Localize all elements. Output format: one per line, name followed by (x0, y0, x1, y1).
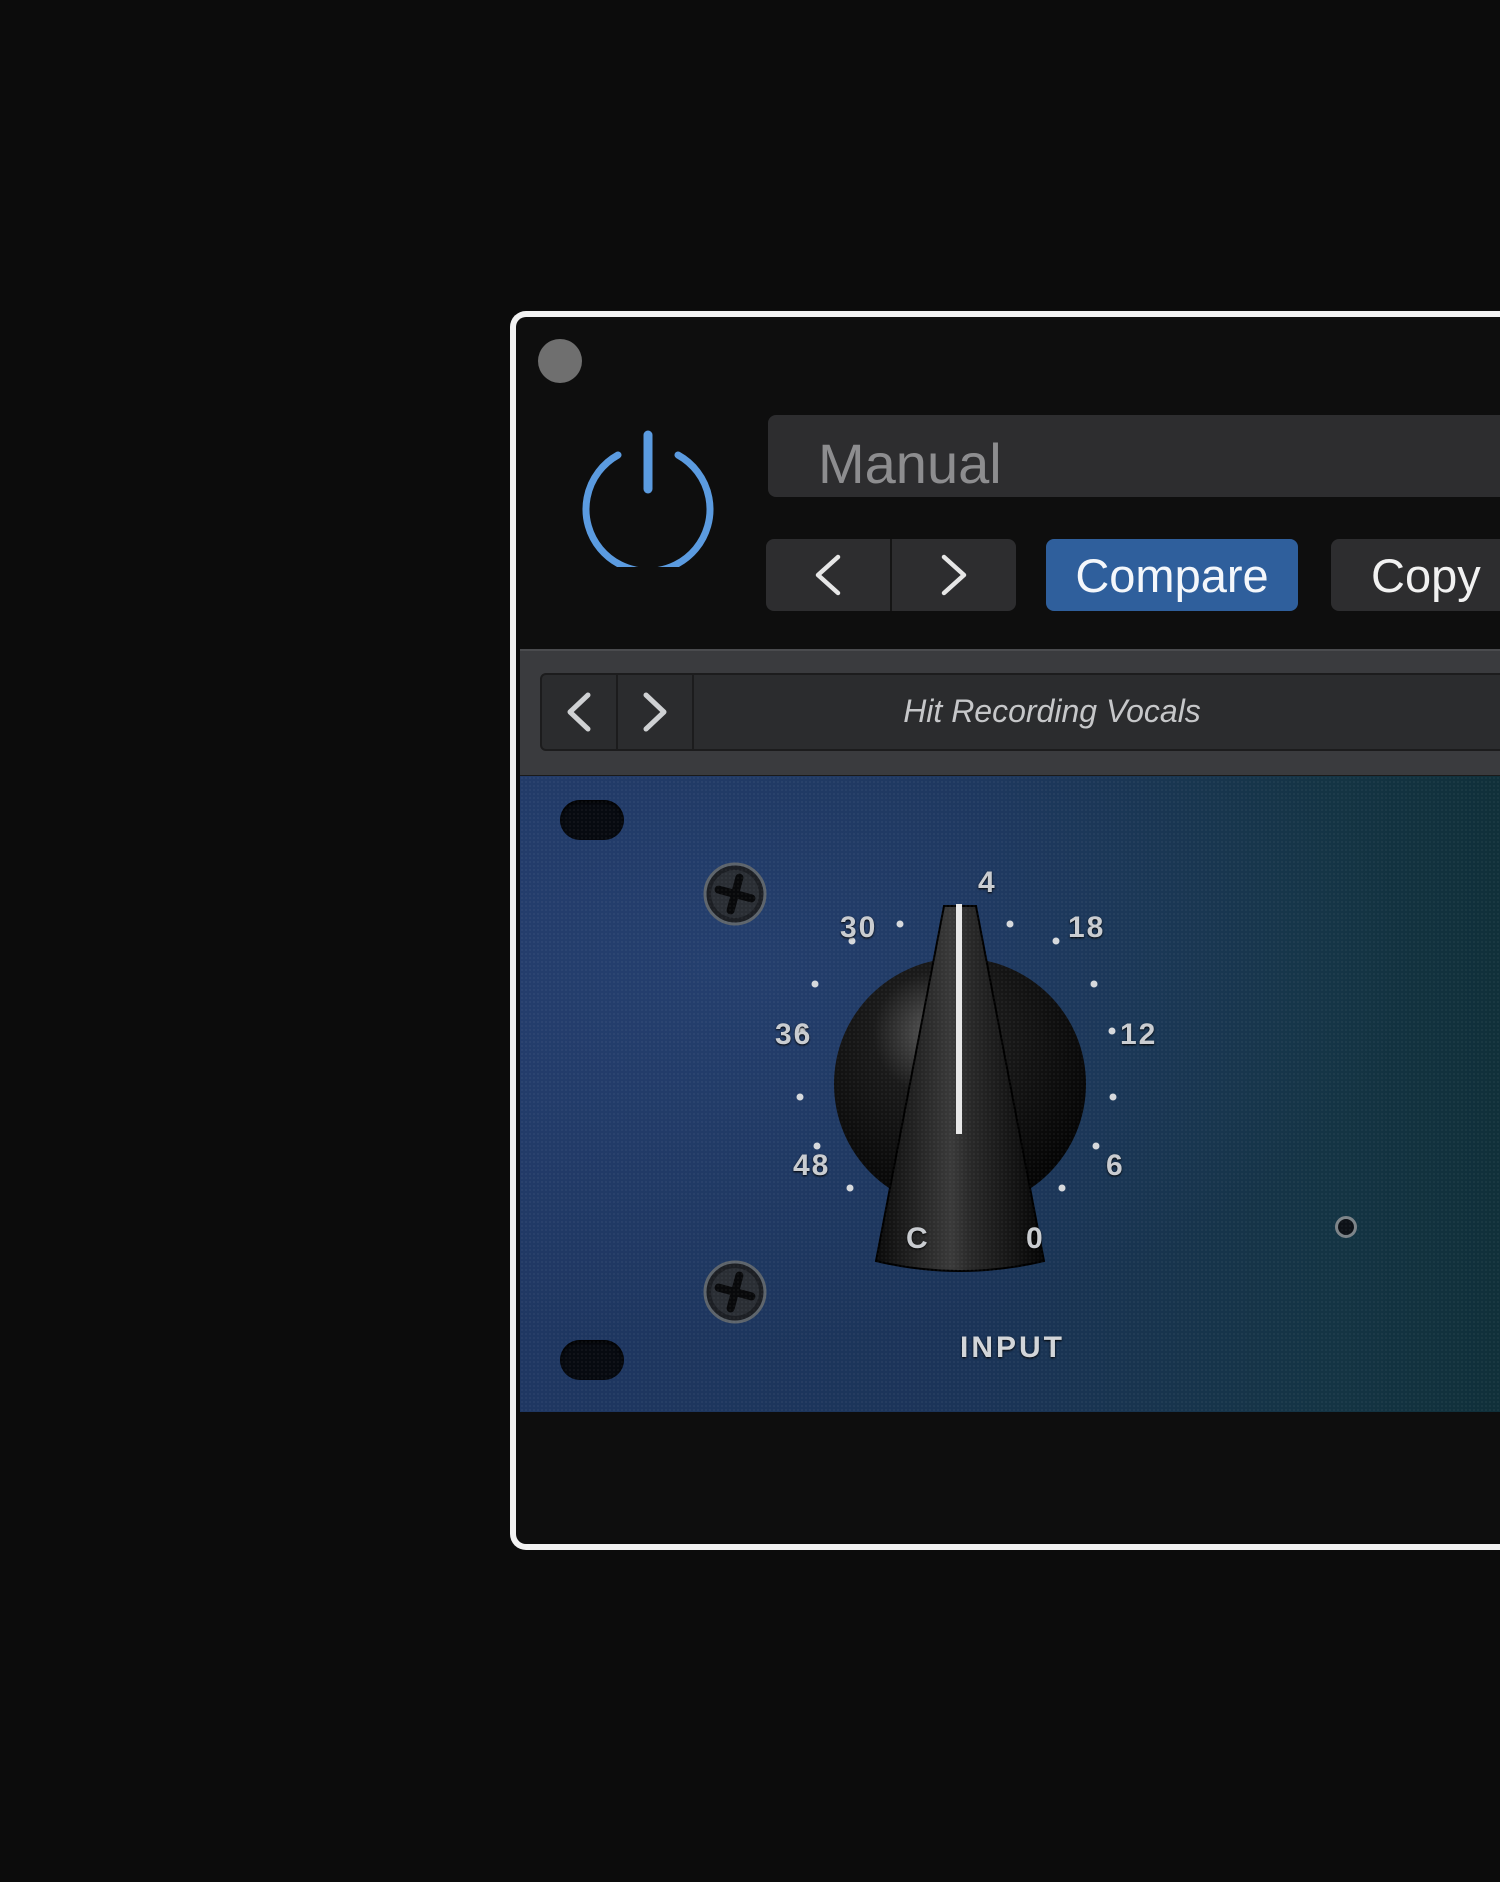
plugin-panel: 30 18 36 12 48 6 4 C 0 INPUT 3 (520, 776, 1500, 1412)
settings-bar: Hit Recording Vocals (520, 649, 1500, 777)
chevron-left-icon (815, 554, 841, 596)
input-knob-area: 30 18 36 12 48 6 4 C 0 (730, 866, 1330, 1336)
plugin-window: Manual Compare Copy Hit Recording Vocals… (510, 311, 1500, 1550)
scale-label: 36 (775, 1018, 813, 1051)
scale-label: 0 (1026, 1222, 1045, 1255)
close-button[interactable] (538, 339, 582, 383)
scale-label: 48 (793, 1149, 831, 1182)
preset-name: Manual (818, 432, 1002, 495)
window-footer (520, 1412, 1500, 1538)
scale-label: 30 (840, 911, 878, 944)
next-setting-button[interactable] (618, 675, 694, 749)
chevron-right-icon (941, 554, 967, 596)
settings-field: Hit Recording Vocals (540, 673, 1500, 751)
setting-name[interactable]: Hit Recording Vocals (702, 693, 1402, 730)
compare-button[interactable]: Compare (1046, 539, 1298, 611)
copy-button[interactable]: Copy (1331, 539, 1500, 611)
next-preset-button[interactable] (890, 539, 1016, 611)
power-icon (582, 430, 714, 575)
scale-label: C (906, 1222, 930, 1255)
chevron-right-icon (643, 692, 667, 732)
scale-label: 6 (1106, 1149, 1125, 1182)
scale-label: 4 (978, 866, 997, 899)
previous-setting-button[interactable] (542, 675, 618, 749)
rack-slot (560, 1340, 624, 1380)
rack-slot (560, 800, 624, 840)
indicator-led (1335, 1216, 1357, 1238)
scale-label: 12 (1120, 1018, 1158, 1051)
scale-label: 18 (1068, 911, 1106, 944)
preset-nav (766, 539, 1016, 611)
power-button[interactable] (578, 427, 718, 575)
chevron-left-icon (567, 692, 591, 732)
settings-nav (542, 675, 694, 749)
preset-field[interactable]: Manual (768, 415, 1500, 497)
knob-scale (796, 904, 1117, 1272)
input-knob-label: INPUT (960, 1331, 1065, 1364)
previous-preset-button[interactable] (766, 539, 890, 611)
